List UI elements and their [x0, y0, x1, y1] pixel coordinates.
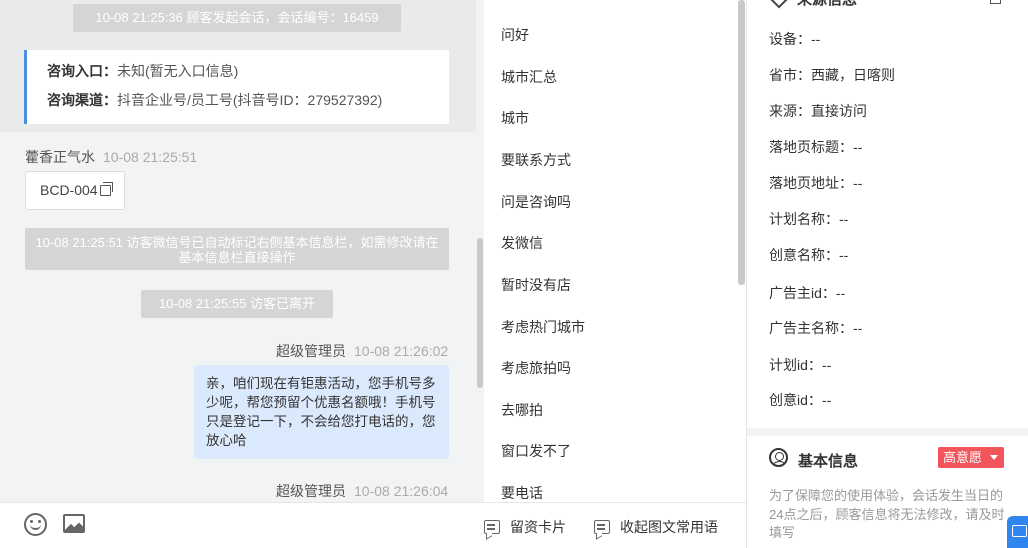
- consult-channel-row: 咨询渠道：抖音企业号/员工号(抖音号ID：279527392): [47, 91, 449, 109]
- copy-icon[interactable]: [99, 182, 113, 196]
- field-label: 创意名称：: [769, 247, 839, 263]
- quick-reply-item[interactable]: 问好: [501, 26, 529, 44]
- image-icon[interactable]: [63, 514, 85, 533]
- visitor-message-time: 10-08 21:25:51: [103, 149, 198, 165]
- customer-info-panel: 来源信息 设备：-- 省市：西藏，日喀则 来源：直接访问 落地页标题：-- 落地…: [747, 0, 1028, 548]
- field-label: 广告主名称：: [769, 320, 853, 336]
- field-value: 直接访问: [811, 103, 867, 119]
- collapse-rich-replies-button[interactable]: 收起图文常用语: [594, 518, 718, 536]
- agent-message-time-2: 10-08 21:26:04: [354, 483, 449, 499]
- quick-reply-panel: 问好 城市汇总 城市 要联系方式 问是咨询吗 发微信 暂时没有店 考虑热门城市 …: [484, 0, 746, 548]
- chat-scrollbar[interactable]: [477, 238, 483, 388]
- lead-card-button[interactable]: 留资卡片: [484, 518, 566, 536]
- field-value: --: [821, 357, 832, 373]
- quick-reply-item[interactable]: 城市汇总: [501, 68, 557, 86]
- consult-entry-label: 咨询入口：: [47, 63, 117, 79]
- quick-reply-item[interactable]: 去哪拍: [501, 401, 543, 419]
- field-creative-id: 创意id：--: [769, 391, 831, 409]
- quick-reply-item[interactable]: 要电话: [501, 484, 543, 502]
- tag-text: BCD-004: [40, 182, 98, 198]
- field-landing-title: 落地页标题：--: [769, 138, 862, 156]
- emoji-icon[interactable]: [24, 513, 47, 536]
- message-card-icon: [594, 520, 610, 534]
- quick-reply-item[interactable]: 城市: [501, 109, 529, 127]
- visitor-name: 藿香正气水: [25, 149, 95, 165]
- field-value: --: [811, 31, 821, 47]
- agent-message-time: 10-08 21:26:02: [354, 343, 449, 359]
- lead-card-label: 留资卡片: [510, 519, 566, 535]
- agent-sender-line-2: 超级管理员 10-08 21:26:04: [276, 481, 448, 501]
- field-label: 来源：: [769, 103, 811, 119]
- quick-reply-item[interactable]: 发微信: [501, 234, 543, 252]
- quick-reply-scrollbar[interactable]: [738, 0, 745, 285]
- field-label: 广告主id：: [769, 285, 836, 301]
- field-advertiser-name: 广告主名称：--: [769, 319, 862, 337]
- session-start-notice: 10-08 21:25:36 顾客发起会话，会话编号：16459: [73, 4, 401, 32]
- quick-reply-item[interactable]: 窗口发不了: [501, 442, 571, 460]
- intent-dropdown[interactable]: 高意愿: [938, 447, 1004, 468]
- consult-entry-row: 咨询入口：未知(暂无入口信息): [47, 62, 449, 80]
- user-icon: [769, 448, 788, 467]
- visitor-sender-line: 藿香正气水 10-08 21:25:51: [25, 147, 197, 167]
- quick-reply-item[interactable]: 考虑热门城市: [501, 318, 585, 336]
- field-label: 设备：: [769, 31, 811, 47]
- visitor-left-notice: 10-08 21:25:55 访客已离开: [141, 290, 333, 318]
- consult-info-card: 咨询入口：未知(暂无入口信息) 咨询渠道：抖音企业号/员工号(抖音号ID：279…: [24, 50, 449, 124]
- chat-toolbar: [0, 502, 484, 548]
- field-label: 落地页地址：: [769, 175, 853, 191]
- agent-message-bubble: 亲，咱们现在有钜惠活动，您手机号多少呢，帮您预留个优惠名额哦！手机号只是登记一下…: [194, 365, 449, 459]
- field-province-city: 省市：西藏，日喀则: [769, 66, 895, 84]
- collapse-rich-replies-label: 收起图文常用语: [620, 519, 718, 535]
- field-label: 省市：: [769, 67, 811, 83]
- intent-label: 高意愿: [943, 450, 983, 465]
- field-device: 设备：--: [769, 30, 820, 48]
- field-value: 西藏，日喀则: [811, 67, 895, 83]
- field-label: 落地页标题：: [769, 139, 853, 155]
- source-info-title: 来源信息: [797, 0, 857, 9]
- auto-tag-notice: 10-08 21:25:51 访客微信号已自动标记右侧基本信息栏，如需修改请在基…: [25, 228, 449, 270]
- field-value: --: [835, 285, 846, 301]
- consult-channel-label: 咨询渠道：: [47, 92, 117, 108]
- field-value: --: [821, 392, 832, 408]
- consult-entry-value: 未知(暂无入口信息): [117, 63, 239, 79]
- quick-reply-item[interactable]: 问是咨询吗: [501, 193, 571, 211]
- field-creative-name: 创意名称：--: [769, 246, 848, 264]
- field-value: --: [839, 211, 849, 227]
- quick-reply-toolbar: 留资卡片 收起图文常用语: [484, 502, 746, 548]
- source-diamond-icon: [770, 0, 788, 9]
- quick-reply-item[interactable]: 要联系方式: [501, 151, 571, 169]
- field-label: 创意id：: [769, 392, 822, 408]
- field-source: 来源：直接访问: [769, 102, 867, 120]
- field-value: --: [839, 247, 849, 263]
- edit-icon[interactable]: [990, 0, 1001, 4]
- edit-deadline-notice: 为了保障您的使用体验，会话发生当日的24点之后，顾客信息将无法修改，请及时填写: [769, 488, 1005, 540]
- chat-panel: 10-08 21:25:36 顾客发起会话，会话编号：16459 咨询入口：未知…: [0, 0, 484, 548]
- field-plan-name: 计划名称：--: [769, 210, 848, 228]
- field-value: --: [853, 139, 863, 155]
- tag-message[interactable]: BCD-004: [25, 171, 125, 210]
- quick-reply-item[interactable]: 暂时没有店: [501, 276, 571, 294]
- section-separator: [747, 428, 1028, 436]
- field-value: --: [853, 320, 863, 336]
- message-card-icon: [484, 520, 500, 534]
- field-label: 计划名称：: [769, 211, 839, 227]
- field-advertiser-id: 广告主id：--: [769, 284, 845, 302]
- field-plan-id: 计划id：--: [769, 356, 831, 374]
- consult-channel-value: 抖音企业号/员工号(抖音号ID：279527392): [117, 92, 383, 108]
- agent-name-2: 超级管理员: [276, 483, 346, 499]
- field-value: --: [853, 175, 863, 191]
- field-label: 计划id：: [769, 357, 822, 373]
- field-landing-url: 落地页地址：--: [769, 174, 862, 192]
- basic-info-title: 基本信息: [798, 453, 859, 470]
- chat-message-list[interactable]: 10-08 21:25:36 顾客发起会话，会话编号：16459 咨询入口：未知…: [0, 0, 484, 502]
- caret-down-icon: [990, 455, 998, 460]
- quick-reply-item[interactable]: 考虑旅拍吗: [501, 359, 571, 377]
- agent-name: 超级管理员: [276, 343, 346, 359]
- agent-sender-line: 超级管理员 10-08 21:26:02: [276, 341, 448, 361]
- quick-reply-list[interactable]: 问好 城市汇总 城市 要联系方式 问是咨询吗 发微信 暂时没有店 考虑热门城市 …: [484, 0, 740, 502]
- floating-chat-button[interactable]: [1007, 516, 1028, 548]
